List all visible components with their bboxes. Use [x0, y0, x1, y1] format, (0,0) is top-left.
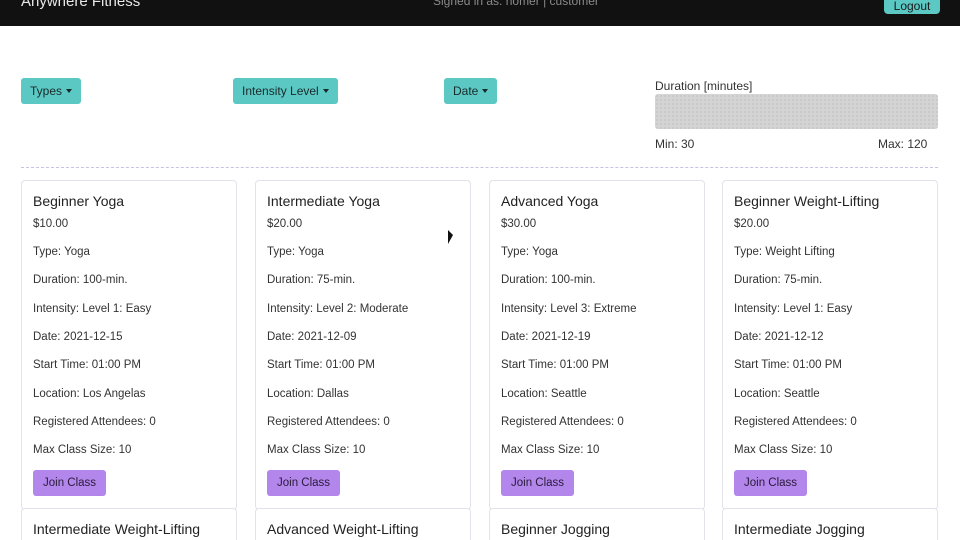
class-max-size: Max Class Size: 10	[501, 444, 600, 456]
class-intensity: Intensity: Level 2: Moderate	[267, 303, 409, 315]
signed-in-status: Signed in as: homer | customer	[433, 0, 599, 8]
class-type: Type: Weight Lifting	[734, 246, 835, 258]
join-class-button[interactable]: Join Class	[501, 470, 575, 496]
join-class-button[interactable]: Join Class	[267, 470, 341, 496]
class-name: Beginner Yoga	[33, 193, 125, 209]
class-attendees: Registered Attendees: 0	[33, 416, 156, 428]
caret-down-icon	[322, 89, 329, 93]
join-class-button[interactable]: Join Class	[33, 470, 107, 496]
class-card: Beginner Yoga $10.00 Type: Yoga Duration…	[21, 180, 237, 510]
class-location: Location: Seattle	[501, 388, 587, 400]
class-attendees: Registered Attendees: 0	[734, 416, 857, 428]
class-name: Intermediate Jogging	[734, 521, 865, 537]
class-start-time: Start Time: 01:00 PM	[501, 359, 610, 371]
class-location: Location: Seattle	[734, 388, 820, 400]
class-name: Intermediate Yoga	[267, 193, 380, 209]
class-price: $20.00	[267, 218, 303, 230]
class-card: Intermediate Jogging	[722, 508, 938, 540]
date-dropdown-label: Date	[453, 84, 479, 98]
class-name: Intermediate Weight-Lifting	[33, 521, 201, 537]
duration-range-slider[interactable]	[655, 94, 938, 129]
intensity-dropdown[interactable]: Intensity Level	[233, 78, 338, 104]
class-intensity: Intensity: Level 1: Easy	[734, 303, 853, 315]
class-name: Beginner Jogging	[501, 521, 610, 537]
class-duration: Duration: 100-min.	[501, 274, 596, 286]
caret-down-icon	[66, 89, 73, 93]
duration-min: Min: 30	[655, 137, 695, 151]
class-date: Date: 2021-12-19	[501, 331, 591, 343]
brand-title[interactable]: Anywhere Fitness	[21, 0, 140, 10]
class-name: Advanced Weight-Lifting	[267, 521, 419, 537]
class-card: Advanced Yoga $30.00 Type: Yoga Duration…	[489, 180, 705, 510]
class-max-size: Max Class Size: 10	[267, 444, 366, 456]
date-dropdown[interactable]: Date	[444, 78, 498, 104]
logout-button[interactable]: Logout	[884, 0, 940, 14]
class-name: Beginner Weight-Lifting	[734, 193, 880, 209]
class-price: $20.00	[734, 218, 770, 230]
class-location: Location: Los Angelas	[33, 388, 146, 400]
class-duration: Duration: 75-min.	[734, 274, 823, 286]
class-start-time: Start Time: 01:00 PM	[734, 359, 843, 371]
class-type: Type: Yoga	[267, 246, 324, 258]
class-card: Beginner Weight-Lifting $20.00 Type: Wei…	[722, 180, 938, 510]
intensity-dropdown-label: Intensity Level	[242, 84, 319, 98]
divider	[21, 167, 938, 168]
class-attendees: Registered Attendees: 0	[501, 416, 624, 428]
class-date: Date: 2021-12-15	[33, 331, 123, 343]
class-card: Intermediate Yoga $20.00 Type: Yoga Dura…	[255, 180, 471, 510]
class-price: $10.00	[33, 218, 69, 230]
class-start-time: Start Time: 01:00 PM	[33, 359, 142, 371]
class-price: $30.00	[501, 218, 537, 230]
caret-down-icon	[482, 89, 489, 93]
class-card: Beginner Jogging	[489, 508, 705, 540]
class-max-size: Max Class Size: 10	[33, 444, 132, 456]
join-class-button[interactable]: Join Class	[734, 470, 808, 496]
class-type: Type: Yoga	[33, 246, 90, 258]
types-dropdown[interactable]: Types	[21, 78, 82, 104]
class-card: Intermediate Weight-Lifting	[21, 508, 237, 540]
duration-max: Max: 120	[878, 137, 928, 151]
class-attendees: Registered Attendees: 0	[267, 416, 390, 428]
class-card: Advanced Weight-Lifting	[255, 508, 471, 540]
class-duration: Duration: 100-min.	[33, 274, 128, 286]
class-type: Type: Yoga	[501, 246, 558, 258]
class-location: Location: Dallas	[267, 388, 349, 400]
duration-label: Duration [minutes]	[655, 79, 753, 93]
class-intensity: Intensity: Level 1: Easy	[33, 303, 152, 315]
class-start-time: Start Time: 01:00 PM	[267, 359, 376, 371]
types-dropdown-label: Types	[30, 84, 63, 98]
navbar: Anywhere Fitness Signed in as: homer | c…	[0, 0, 960, 26]
class-date: Date: 2021-12-12	[734, 331, 824, 343]
class-max-size: Max Class Size: 10	[734, 444, 833, 456]
class-name: Advanced Yoga	[501, 193, 599, 209]
class-duration: Duration: 75-min.	[267, 274, 356, 286]
class-intensity: Intensity: Level 3: Extreme	[501, 303, 637, 315]
mouse-cursor-icon	[448, 230, 453, 244]
class-date: Date: 2021-12-09	[267, 331, 357, 343]
